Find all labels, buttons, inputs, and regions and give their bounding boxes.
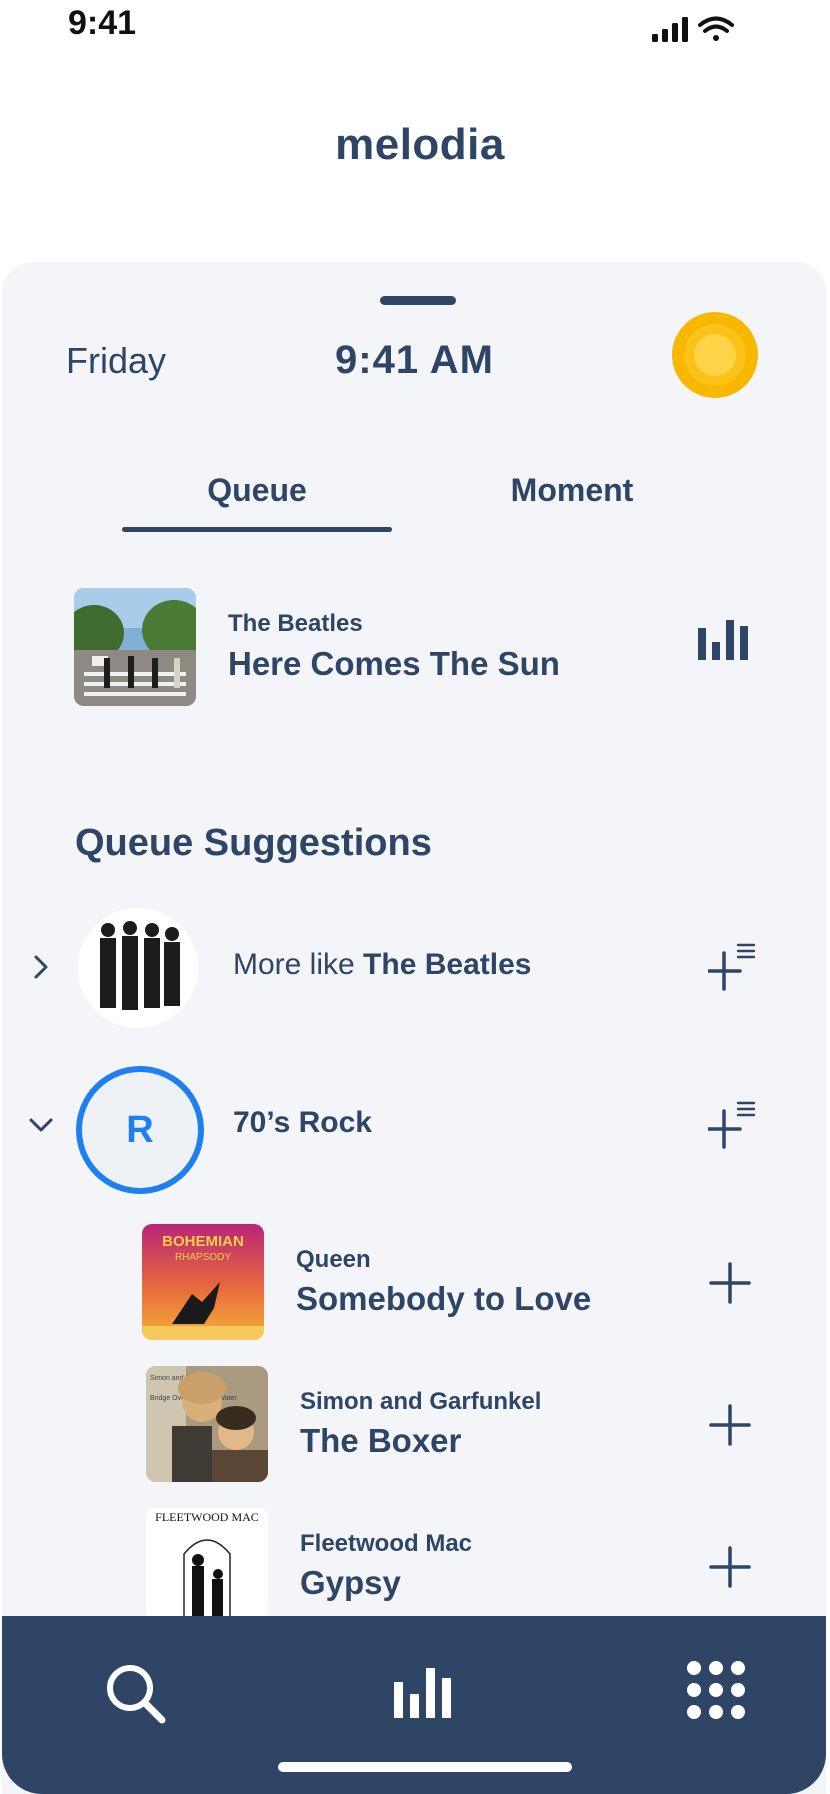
- chevron-down-icon[interactable]: [28, 1112, 54, 1138]
- track-title: Somebody to Love: [296, 1280, 592, 1317]
- album-art-text: FLEETWOOD MAC: [155, 1510, 259, 1524]
- more-like-artist: The Beatles: [363, 948, 532, 981]
- album-art-text: BOHEMIAN: [162, 1233, 244, 1250]
- track-album-art[interactable]: Simon and Garfunkel Bridge Over Troubled…: [146, 1366, 268, 1482]
- plus-icon[interactable]: [708, 1545, 752, 1589]
- playlist-avatar[interactable]: R: [76, 1066, 204, 1194]
- track-album-art[interactable]: BOHEMIAN RHAPSODY: [142, 1224, 264, 1340]
- artist-avatar[interactable]: [78, 908, 198, 1028]
- now-playing-album-art[interactable]: [74, 588, 196, 706]
- track-artist: Simon and Garfunkel: [300, 1388, 542, 1415]
- track-artist: Queen: [296, 1246, 371, 1273]
- signal-icon: [652, 17, 688, 42]
- search-icon[interactable]: [104, 1662, 168, 1726]
- chevron-right-icon[interactable]: [28, 954, 54, 980]
- track-artist: Fleetwood Mac: [300, 1530, 473, 1557]
- track-title: Gypsy: [300, 1564, 401, 1601]
- plus-icon[interactable]: [708, 1403, 752, 1447]
- apps-grid-icon[interactable]: [686, 1660, 746, 1720]
- now-playing-title: Here Comes The Sun: [228, 645, 560, 682]
- now-playing-artist: The Beatles: [228, 610, 363, 637]
- equalizer-icon[interactable]: [698, 620, 750, 660]
- playlist-label: 70’s Rock: [233, 1106, 372, 1139]
- stats-icon[interactable]: [394, 1668, 452, 1718]
- clock-label: 9:41 AM: [335, 338, 494, 382]
- active-tab-indicator: [122, 527, 392, 532]
- tab-moment[interactable]: Moment: [452, 472, 692, 509]
- plus-icon[interactable]: [708, 1261, 752, 1305]
- suggestions-heading: Queue Suggestions: [75, 822, 432, 864]
- track-album-art[interactable]: FLEETWOOD MAC: [146, 1508, 268, 1624]
- album-art-subtext: RHAPSODY: [175, 1252, 231, 1263]
- more-like-prefix: More like: [233, 948, 364, 981]
- track-title: The Boxer: [300, 1422, 462, 1459]
- wifi-icon: [698, 16, 734, 41]
- more-like-label: More like The Beatles: [233, 948, 531, 982]
- add-to-queue-icon[interactable]: [708, 941, 758, 991]
- sun-icon[interactable]: [671, 311, 759, 399]
- status-icons: [652, 16, 734, 42]
- tab-queue[interactable]: Queue: [122, 472, 392, 509]
- day-label: Friday: [66, 340, 167, 381]
- app-title: melodia: [335, 120, 505, 169]
- home-indicator[interactable]: [278, 1762, 572, 1772]
- status-time: 9:41: [68, 4, 137, 42]
- sheet-grabber[interactable]: [380, 296, 456, 305]
- add-to-queue-icon[interactable]: [708, 1099, 758, 1149]
- playlist-initial: R: [126, 1109, 154, 1151]
